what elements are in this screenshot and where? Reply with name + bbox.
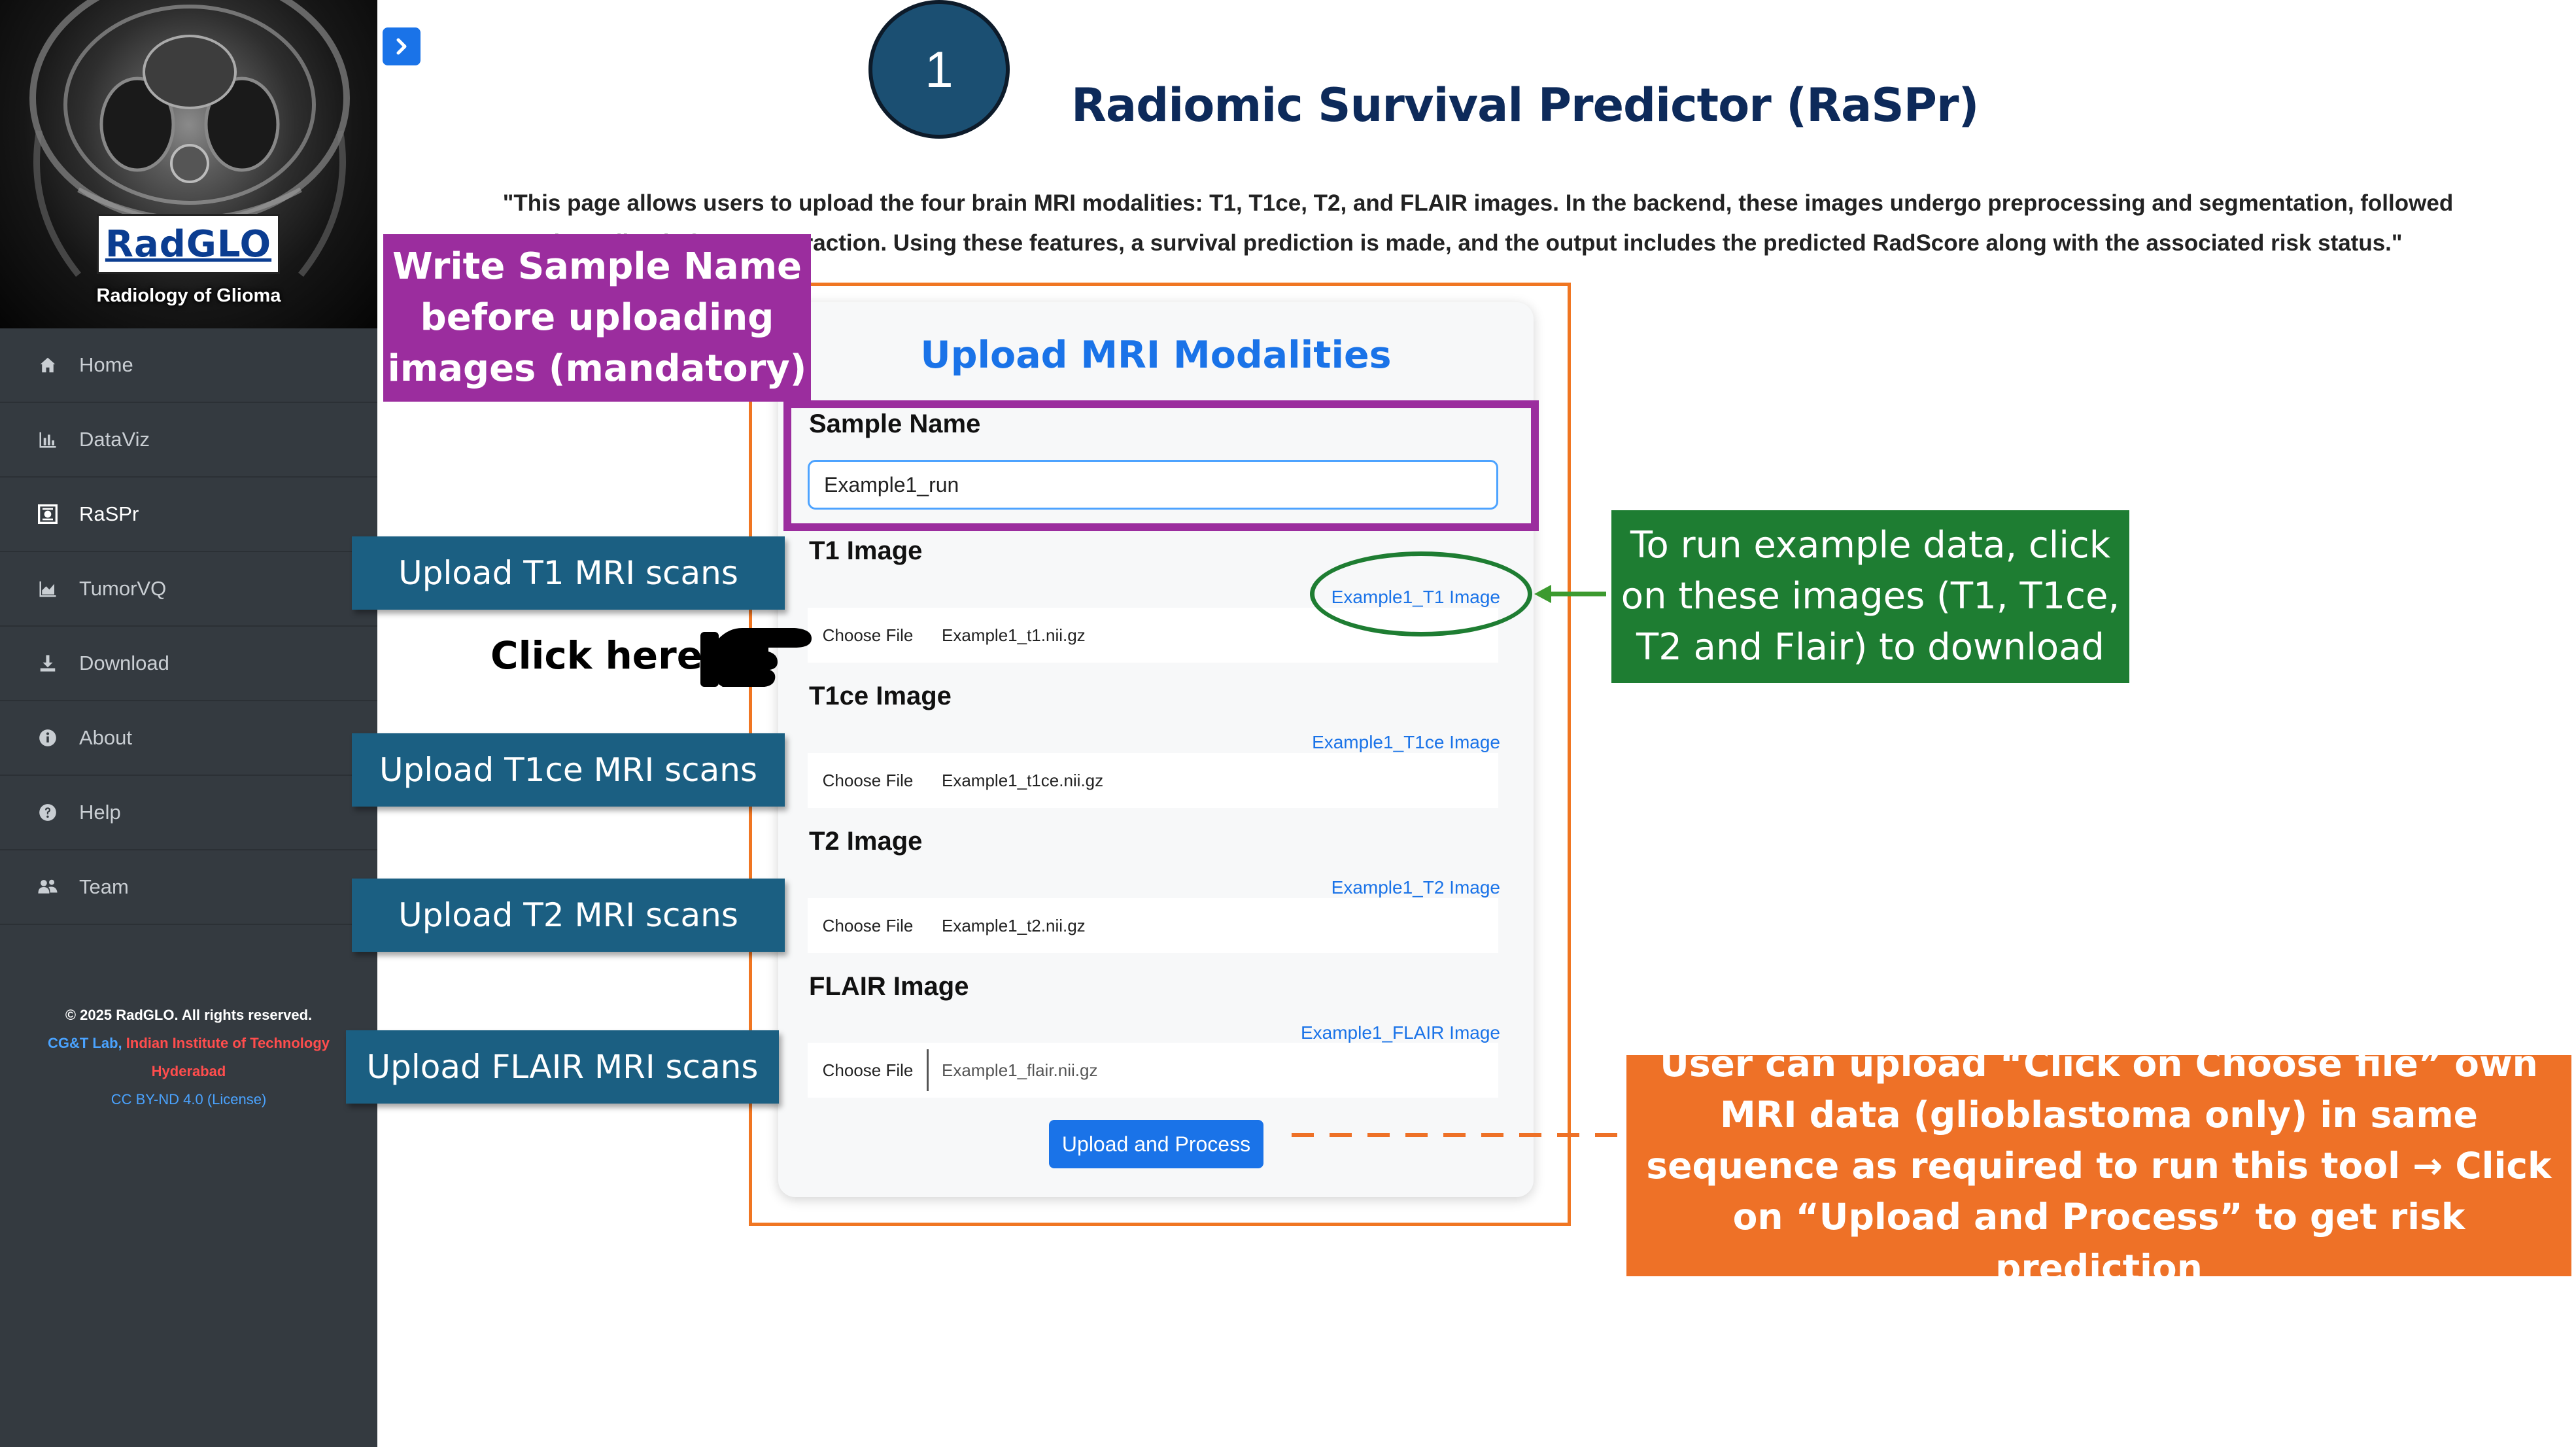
logo[interactable]: RadGLO: [97, 214, 280, 274]
sidebar-item-label: RaSPr: [79, 502, 139, 525]
t1-image-label: T1 Image: [809, 536, 923, 565]
upload-process-callout: User can upload “Click on Choose file” o…: [1626, 1043, 2571, 1289]
home-icon: [36, 353, 60, 377]
sidebar-item-dataviz[interactable]: DataViz: [0, 403, 377, 478]
sample-name-highlight: [783, 400, 1539, 531]
chevron-right-icon: [396, 38, 407, 55]
sidebar-item-team[interactable]: Team: [0, 850, 377, 925]
t1-file-name: Example1_t1.nii.gz: [942, 625, 1086, 645]
sidebar-item-label: Help: [79, 801, 121, 824]
card-title: Upload MRI Modalities: [920, 334, 1392, 377]
sidebar: RadGLO Radiology of Glioma Home DataViz …: [0, 0, 377, 1447]
sidebar-item-label: TumorVQ: [79, 577, 167, 600]
logo-subtitle: Radiology of Glioma: [96, 285, 281, 306]
flair-file-input[interactable]: Choose File Example1_flair.nii.gz: [808, 1043, 1498, 1098]
t1ce-file-name: Example1_t1ce.nii.gz: [942, 770, 1104, 790]
area-chart-icon: [36, 577, 60, 601]
sidebar-item-label: DataViz: [79, 428, 150, 451]
t1ce-choose-file-button[interactable]: Choose File: [808, 753, 928, 808]
upload-t2-callout: Upload T2 MRI scans: [352, 879, 785, 952]
sidebar-item-help[interactable]: Help: [0, 776, 377, 850]
copyright-text: © 2025 RadGLO. All rights reserved.: [65, 1007, 313, 1023]
sidebar-item-tumorvq[interactable]: TumorVQ: [0, 552, 377, 627]
upload-t1-callout: Upload T1 MRI scans: [352, 536, 785, 610]
sidebar-item-label: Team: [79, 875, 129, 898]
t1ce-image-label: T1ce Image: [809, 682, 952, 710]
t2-image-label: T2 Image: [809, 827, 923, 856]
bar-chart-icon: [36, 428, 60, 451]
upload-flair-callout: Upload FLAIR MRI scans: [346, 1030, 779, 1104]
help-icon: [36, 801, 60, 824]
sidebar-item-download[interactable]: Download: [0, 627, 377, 701]
sidebar-item-label: Download: [79, 652, 169, 674]
city-text: Hyderabad: [151, 1063, 226, 1079]
example-data-callout: To run example data, click on these imag…: [1611, 510, 2129, 683]
brand-banner: RadGLO Radiology of Glioma: [0, 0, 377, 328]
sidebar-item-home[interactable]: Home: [0, 328, 377, 403]
info-icon: [36, 726, 60, 750]
sidebar-item-about[interactable]: About: [0, 701, 377, 776]
sidebar-footer: © 2025 RadGLO. All rights reserved. CG&T…: [0, 1001, 377, 1113]
institute-link[interactable]: Indian Institute of Technology: [126, 1035, 330, 1051]
t2-file-name: Example1_t2.nii.gz: [942, 915, 1086, 935]
download-icon: [36, 652, 60, 675]
users-icon: [36, 875, 60, 899]
example-t1ce-link[interactable]: Example1_T1ce Image: [1312, 732, 1500, 753]
example-link-highlight: [1310, 551, 1532, 636]
click-here-label: Click here: [490, 633, 703, 678]
t2-file-input[interactable]: Choose File Example1_t2.nii.gz: [808, 898, 1498, 953]
t2-choose-file-button[interactable]: Choose File: [808, 898, 928, 953]
sidebar-toggle-button[interactable]: [383, 27, 421, 65]
sidebar-item-label: About: [79, 726, 133, 749]
logo-text: RadGLO: [105, 222, 272, 266]
scan-icon: [36, 502, 60, 526]
example-flair-link[interactable]: Example1_FLAIR Image: [1301, 1022, 1500, 1043]
example-t2-link[interactable]: Example1_T2 Image: [1331, 877, 1500, 898]
flair-file-name: Example1_flair.nii.gz: [942, 1060, 1098, 1080]
mri-scan-image: [29, 0, 350, 277]
upload-t1ce-callout: Upload T1ce MRI scans: [352, 733, 785, 807]
lab-link[interactable]: CG&T Lab,: [48, 1035, 122, 1051]
sidebar-item-label: Home: [79, 353, 133, 376]
flair-choose-file-button[interactable]: Choose File: [808, 1043, 928, 1098]
t1-choose-file-button[interactable]: Choose File: [808, 608, 928, 663]
file-input-divider: [927, 1049, 929, 1091]
upload-and-process-button[interactable]: Upload and Process: [1049, 1120, 1263, 1168]
pointing-hand-icon: [700, 628, 812, 687]
flair-image-label: FLAIR Image: [809, 972, 969, 1001]
step-number-badge: 1: [868, 0, 1010, 139]
sample-name-callout: Write Sample Name before uploading image…: [383, 234, 811, 402]
license-link[interactable]: CC BY-ND 4.0 (License): [0, 1085, 377, 1113]
sidebar-item-raspr[interactable]: RaSPr: [0, 478, 377, 552]
t1ce-file-input[interactable]: Choose File Example1_t1ce.nii.gz: [808, 753, 1498, 808]
page-title: Radiomic Survival Predictor (RaSPr): [1071, 78, 1979, 132]
